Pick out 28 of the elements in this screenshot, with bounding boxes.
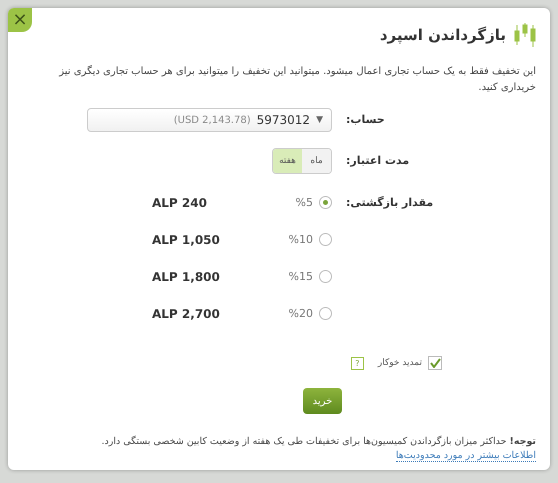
- note-text: توجه! حداکثر میزان بازگرداندن کمیسیون‌ها برای تخفیفات طی یک هفته از وضعیت کابین شخصی بستگی دارد.: [100, 434, 536, 449]
- percent-label: %10: [288, 233, 313, 246]
- dialog-title: بازگرداندن اسپرد: [380, 26, 506, 44]
- period-tab[interactable]: ماه: [302, 149, 331, 173]
- radio-button[interactable]: [319, 196, 332, 209]
- radio-button[interactable]: [319, 233, 332, 246]
- amount-text: ALP 1,050: [152, 233, 220, 247]
- close-button[interactable]: ×: [8, 8, 32, 32]
- amount-text: ALP 1,800: [152, 270, 220, 284]
- field-label: مدت اعتبار:: [346, 153, 410, 169]
- account-select[interactable]: (USD 2,143.78) 5973012 ▼: [87, 108, 332, 132]
- field-label: مقدار بازگشتی:: [346, 196, 434, 211]
- radio-button[interactable]: [319, 270, 332, 283]
- checkbox[interactable]: [428, 356, 442, 370]
- help-icon[interactable]: ?: [350, 356, 364, 370]
- buy-button[interactable]: خرید: [303, 388, 342, 414]
- checkbox-label: تمدید خوکار: [378, 358, 422, 368]
- period-tab[interactable]: هفته: [273, 149, 302, 173]
- percent-label: %15: [288, 270, 313, 283]
- candlestick-icon: [514, 23, 536, 47]
- radio-button[interactable]: [319, 307, 332, 320]
- amount-text: ALP 2,700: [152, 307, 220, 321]
- field-label: حساب:: [346, 112, 386, 128]
- percent-label: %20: [288, 307, 313, 320]
- amount-text: ALP 240: [152, 196, 207, 210]
- intro-text: این تخفیف فقط به یک حساب تجاری اعمال میشود. میتوانید این تخفیف را میتوانید برای هر حساب تجاری دیگری نیز خریداری کنید.: [58, 64, 536, 95]
- limits-link[interactable]: اطلاعات بیشتر در مورد محدودیت‌ها: [396, 450, 536, 462]
- percent-label: %5: [296, 196, 313, 209]
